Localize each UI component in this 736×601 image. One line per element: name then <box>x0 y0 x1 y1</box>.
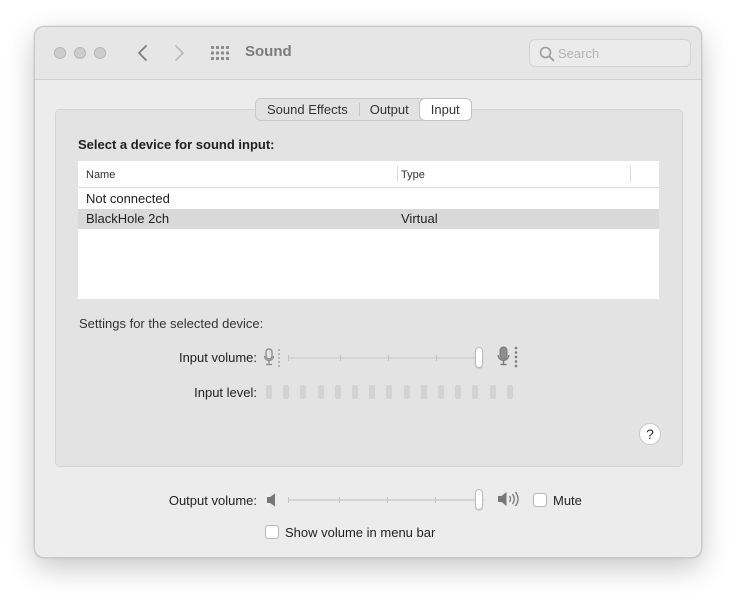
input-volume-knob[interactable] <box>475 347 483 368</box>
slider-tick <box>340 355 341 361</box>
output-volume-knob[interactable] <box>475 489 483 510</box>
device-name: Not connected <box>86 191 170 206</box>
back-button[interactable] <box>132 41 154 65</box>
input-volume-label: Input volume: <box>178 350 257 365</box>
level-segment <box>455 385 462 399</box>
show-volume-checkbox[interactable] <box>265 525 279 539</box>
column-header-name[interactable]: Name <box>86 169 115 181</box>
settings-label: Settings for the selected device: <box>79 316 264 331</box>
zoom-window-button[interactable] <box>94 47 106 59</box>
slider-tick <box>387 497 388 503</box>
show-all-button[interactable] <box>209 44 231 62</box>
level-segment <box>300 385 307 399</box>
device-name: BlackHole 2ch <box>86 211 170 226</box>
level-segment <box>403 385 410 399</box>
chevron-left-icon <box>138 45 147 61</box>
slider-tick <box>435 497 436 503</box>
device-section-title: Select a device for sound input: <box>78 137 275 152</box>
level-segment <box>438 385 444 399</box>
preferences-window: Sound Sound Effects Output Input Select … <box>34 26 702 558</box>
minimize-window-button[interactable] <box>74 47 86 59</box>
tab-bar: Sound Effects Output Input <box>255 98 472 121</box>
slider-tick <box>339 497 340 503</box>
window-title: Sound <box>245 43 292 60</box>
tab-input[interactable]: Input <box>419 99 471 120</box>
tab-output[interactable]: Output <box>358 99 420 120</box>
level-segment <box>283 385 290 399</box>
slider-tick <box>388 355 389 361</box>
device-table: Name Type Not connected BlackHole 2ch Vi… <box>78 161 659 299</box>
forward-button[interactable] <box>168 41 190 65</box>
help-button[interactable]: ? <box>639 423 661 445</box>
search-field[interactable] <box>529 39 691 67</box>
slider-track <box>288 499 484 501</box>
column-header-type[interactable]: Type <box>401 169 425 181</box>
level-segment <box>489 385 496 399</box>
titlebar: Sound <box>35 27 701 80</box>
close-window-button[interactable] <box>54 47 66 59</box>
slider-tick <box>436 355 437 361</box>
column-divider[interactable] <box>630 166 631 182</box>
mute-checkbox[interactable] <box>533 493 547 507</box>
level-segment <box>472 385 479 399</box>
level-segment <box>334 385 341 399</box>
input-level-label: Input level: <box>194 385 257 400</box>
chevron-right-icon <box>175 45 184 61</box>
microphone-low-icon <box>263 348 280 367</box>
tab-sound-effects[interactable]: Sound Effects <box>256 99 359 120</box>
speaker-high-icon <box>498 491 519 507</box>
column-divider[interactable] <box>397 166 398 182</box>
level-segment <box>317 385 324 399</box>
device-type: Virtual <box>401 211 438 226</box>
slider-tick <box>288 355 289 361</box>
slider-track <box>288 357 484 359</box>
table-row[interactable]: Not connected <box>78 189 659 209</box>
level-segment <box>386 385 393 399</box>
level-segment <box>420 385 427 399</box>
level-segment <box>369 385 376 399</box>
show-volume-label: Show volume in menu bar <box>285 525 436 540</box>
table-header: Name Type <box>78 161 659 188</box>
output-volume-label: Output volume: <box>168 493 257 508</box>
level-segment <box>506 385 513 399</box>
magnifier-icon <box>539 46 555 62</box>
microphone-high-icon <box>497 346 518 368</box>
grid-icon <box>211 46 229 60</box>
level-segment <box>352 385 358 399</box>
table-row[interactable]: BlackHole 2ch Virtual <box>78 209 659 229</box>
mute-label: Mute <box>553 493 582 508</box>
slider-tick <box>288 497 289 503</box>
speaker-low-icon <box>267 493 275 507</box>
level-segment <box>266 385 272 399</box>
search-input[interactable] <box>558 44 684 62</box>
